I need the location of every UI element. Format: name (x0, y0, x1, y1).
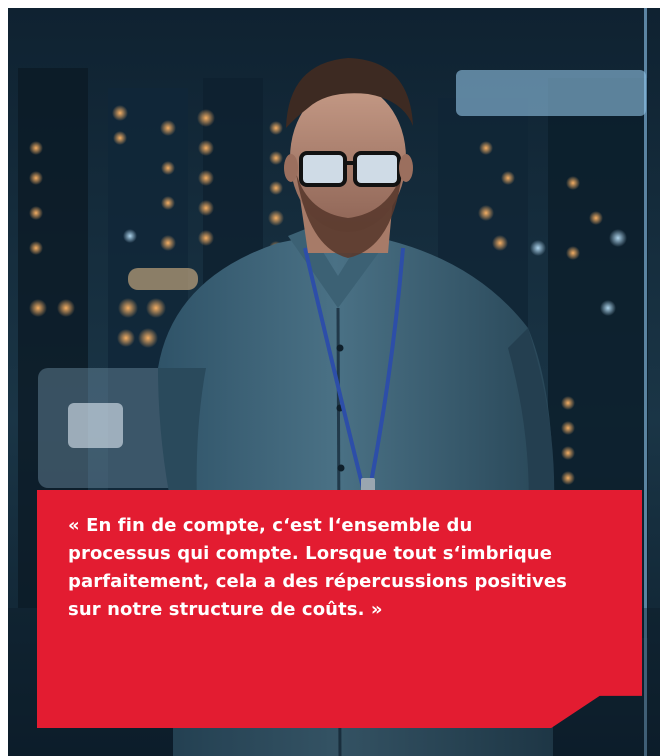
testimonial-quote: « En fin de compte, c‘est l‘ensemble du … (68, 512, 628, 624)
quote-line: sur notre structure de coûts. » (68, 599, 383, 620)
quote-line: processus qui compte. Lorsque tout s‘imb… (68, 543, 553, 564)
quote-line: parfaitement, cela a des répercussions p… (68, 571, 567, 592)
quote-line: « En fin de compte, c‘est l‘ensemble du (68, 515, 473, 536)
